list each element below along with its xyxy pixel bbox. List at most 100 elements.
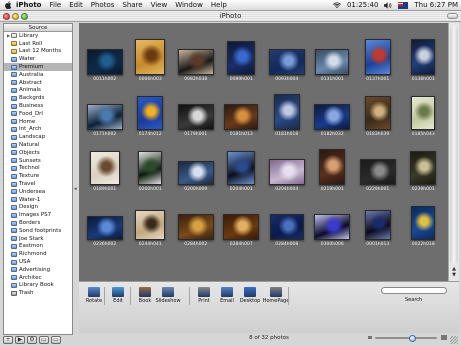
photo-thumbnail[interactable]: 0229h001: [359, 159, 396, 192]
photo-thumbnail[interactable]: 0185h043: [411, 96, 436, 137]
photo-image[interactable]: [319, 149, 346, 185]
photo-image[interactable]: [410, 151, 437, 185]
photo-image[interactable]: [86, 49, 123, 75]
album-item[interactable]: Joe Stark: [4, 235, 72, 243]
album-item[interactable]: Architec: [4, 274, 72, 282]
photo-thumbnail[interactable]: 0089h001: [227, 41, 256, 82]
photo-image[interactable]: [314, 104, 351, 130]
photo-thumbnail[interactable]: 0183h039: [364, 96, 391, 137]
photo-image[interactable]: [411, 96, 436, 130]
album-item[interactable]: Backgrds: [4, 94, 72, 102]
book-button[interactable]: Book: [134, 287, 156, 304]
album-item[interactable]: USA: [4, 258, 72, 266]
menu-photos[interactable]: Photos: [87, 0, 119, 11]
photo-image[interactable]: [135, 39, 166, 75]
album-item[interactable]: Int_Arch: [4, 126, 72, 134]
photo-image[interactable]: [177, 161, 214, 185]
photo-image[interactable]: [364, 210, 391, 240]
photo-image[interactable]: [364, 39, 391, 75]
calendar-button[interactable]: ▭: [39, 336, 49, 344]
menu-window[interactable]: Window: [171, 0, 207, 11]
edit-button[interactable]: Edit: [107, 287, 129, 304]
photo-image[interactable]: [135, 210, 166, 240]
album-item[interactable]: Objects: [4, 149, 72, 157]
photo-image[interactable]: [223, 214, 260, 240]
album-item[interactable]: Food_Drl: [4, 110, 72, 118]
menu-file[interactable]: File: [45, 0, 65, 11]
thumbnail-size-knob[interactable]: [408, 334, 416, 342]
photo-image[interactable]: [177, 214, 214, 240]
album-item[interactable]: Images PS7: [4, 211, 72, 219]
apple-menu-icon[interactable]: [3, 0, 13, 11]
album-item[interactable]: Richmond: [4, 250, 72, 258]
photo-image[interactable]: [411, 39, 436, 75]
menu-clock[interactable]: Thu 6:27 PM: [411, 0, 461, 11]
rotate-button[interactable]: Rotate: [83, 287, 105, 304]
photo-image[interactable]: [137, 96, 164, 130]
album-item[interactable]: Library Book: [4, 282, 72, 290]
minimize-button[interactable]: [12, 13, 19, 20]
zoom-button[interactable]: [21, 13, 28, 20]
photo-image[interactable]: [227, 151, 256, 185]
photo-image[interactable]: [268, 159, 305, 185]
photo-image[interactable]: [273, 94, 300, 130]
album-item[interactable]: Natural: [4, 141, 72, 149]
photo-image[interactable]: [177, 49, 214, 75]
play-slideshow-button[interactable]: ▶: [15, 336, 25, 344]
slideshow-button[interactable]: Slideshow: [155, 287, 181, 304]
photo-image[interactable]: [315, 49, 350, 75]
album-item[interactable]: Design: [4, 204, 72, 212]
photo-image[interactable]: [359, 159, 396, 185]
album-item[interactable]: Sunsets: [4, 157, 72, 165]
volume-icon[interactable]: [381, 0, 395, 11]
photo-thumbnail[interactable]: 0181h018: [273, 94, 300, 137]
photo-thumbnail[interactable]: 0204h001: [227, 151, 256, 192]
album-item[interactable]: Borders: [4, 219, 72, 227]
photo-thumbnail[interactable]: 0131h001: [315, 49, 350, 82]
photo-thumbnail[interactable]: 0011h002: [86, 49, 123, 82]
input-flag-icon[interactable]: [395, 0, 411, 11]
photo-thumbnail[interactable]: 0284h007: [223, 214, 260, 247]
photo-thumbnail[interactable]: 0300h006: [314, 214, 351, 247]
album-item[interactable]: Advertising: [4, 266, 72, 274]
photo-thumbnail[interactable]: 0284h008: [269, 214, 304, 247]
photo-thumbnail[interactable]: 0022h018: [411, 206, 436, 247]
photo-image[interactable]: [177, 104, 214, 130]
photo-thumbnail[interactable]: 0171h002: [86, 104, 123, 137]
album-item[interactable]: Eastmon: [4, 243, 72, 251]
album-item[interactable]: Water: [4, 55, 72, 63]
menu-app-iphoto[interactable]: iPhoto: [13, 0, 45, 11]
photo-thumbnail[interactable]: 0066h003: [135, 39, 166, 82]
photo-thumbnail[interactable]: 0219h001: [319, 149, 346, 192]
photo-image[interactable]: [89, 151, 120, 185]
photo-image[interactable]: [411, 206, 436, 240]
print-button[interactable]: Print: [193, 287, 215, 304]
info-button[interactable]: ⚙: [27, 336, 37, 344]
window-titlebar[interactable]: iPhoto: [0, 11, 461, 22]
photo-image[interactable]: [138, 151, 163, 185]
menu-view[interactable]: View: [147, 0, 172, 11]
photo-thumbnail[interactable]: 0182h032: [314, 104, 351, 137]
album-item[interactable]: Landscap: [4, 133, 72, 141]
menu-help[interactable]: Help: [207, 0, 231, 11]
wifi-icon[interactable]: [330, 0, 344, 11]
album-item[interactable]: Undersea: [4, 188, 72, 196]
splitter-grip-icon[interactable]: ◂: [74, 186, 77, 192]
photo-thumbnail[interactable]: 0189h001: [89, 151, 120, 192]
photo-thumbnail[interactable]: 0181h013: [224, 104, 259, 137]
album-item[interactable]: ▶ Library: [4, 32, 72, 40]
photo-thumbnail[interactable]: 0093h004: [268, 49, 305, 82]
photo-thumbnail[interactable]: 0239h001: [410, 151, 437, 192]
album-item[interactable]: Australia: [4, 71, 72, 79]
album-item[interactable]: Abstract: [4, 79, 72, 87]
album-item[interactable]: Business: [4, 102, 72, 110]
add-album-button[interactable]: +: [3, 336, 13, 344]
resize-grip[interactable]: [450, 336, 458, 344]
photo-image[interactable]: [86, 104, 123, 130]
album-item[interactable]: Premium: [4, 63, 72, 71]
photo-thumbnail[interactable]: 0179h001: [177, 104, 214, 137]
photo-image[interactable]: [86, 216, 123, 240]
photo-thumbnail[interactable]: 0204h004: [268, 159, 305, 192]
scroll-down-arrow-icon[interactable]: ▼: [450, 272, 458, 278]
vertical-scrollbar[interactable]: ▲ ▼: [448, 23, 459, 281]
